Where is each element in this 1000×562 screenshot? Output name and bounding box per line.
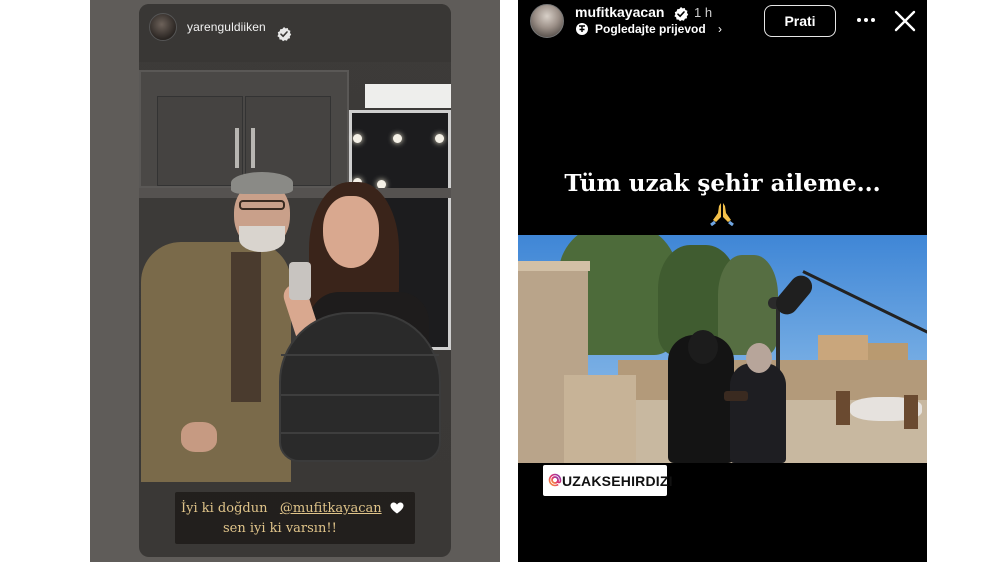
story-photo [518,235,927,463]
cabinet [139,70,349,188]
boom-pole [802,270,927,339]
chevron-right-icon: › [718,22,722,36]
folded-hands-icon [710,203,734,226]
story-caption: İyi ki doğdun @mufitkayacan sen iyi ki v… [175,492,415,544]
story-username[interactable]: mufitkayacan [575,4,664,20]
caption-text: İyi ki doğdun [181,501,268,516]
close-icon[interactable] [894,10,916,32]
story-photo [139,62,451,482]
at-sign-icon [548,473,562,487]
actor-figure [730,363,786,463]
right-story-card[interactable]: mufitkayacan 1 h Pogledajte prijevod › P… [518,0,927,562]
verified-badge-icon [674,7,689,22]
chair [279,312,441,462]
left-story-header: yarenguldiiken [139,4,451,62]
see-translation-link[interactable]: Pogledajte prijevod [595,22,706,36]
phone [289,262,311,300]
avatar[interactable] [530,4,564,38]
white-heart-icon [390,502,404,514]
avatar[interactable] [149,13,177,41]
translate-icon [576,23,588,35]
caption-mention[interactable]: @mufitkayacan [280,501,382,516]
story-time: 1 h [694,5,713,20]
more-options-icon[interactable] [855,12,877,28]
mention-sticker[interactable]: UZAKSEHIRDIZI [543,465,673,496]
cake [724,391,748,401]
mention-sticker-label: UZAKSEHIRDIZI [562,473,673,489]
left-story-card[interactable]: yarenguldiiken İyi ki doğdun @mufitkayac… [139,4,451,557]
caption-text-line2: sen iyi ki varsın!! [223,521,337,536]
story-username[interactable]: yarenguldiiken [187,20,266,34]
verified-badge-icon [277,27,292,42]
follow-button[interactable]: Prati [764,5,836,37]
story-title: Tüm uzak şehir aileme... [564,170,881,197]
